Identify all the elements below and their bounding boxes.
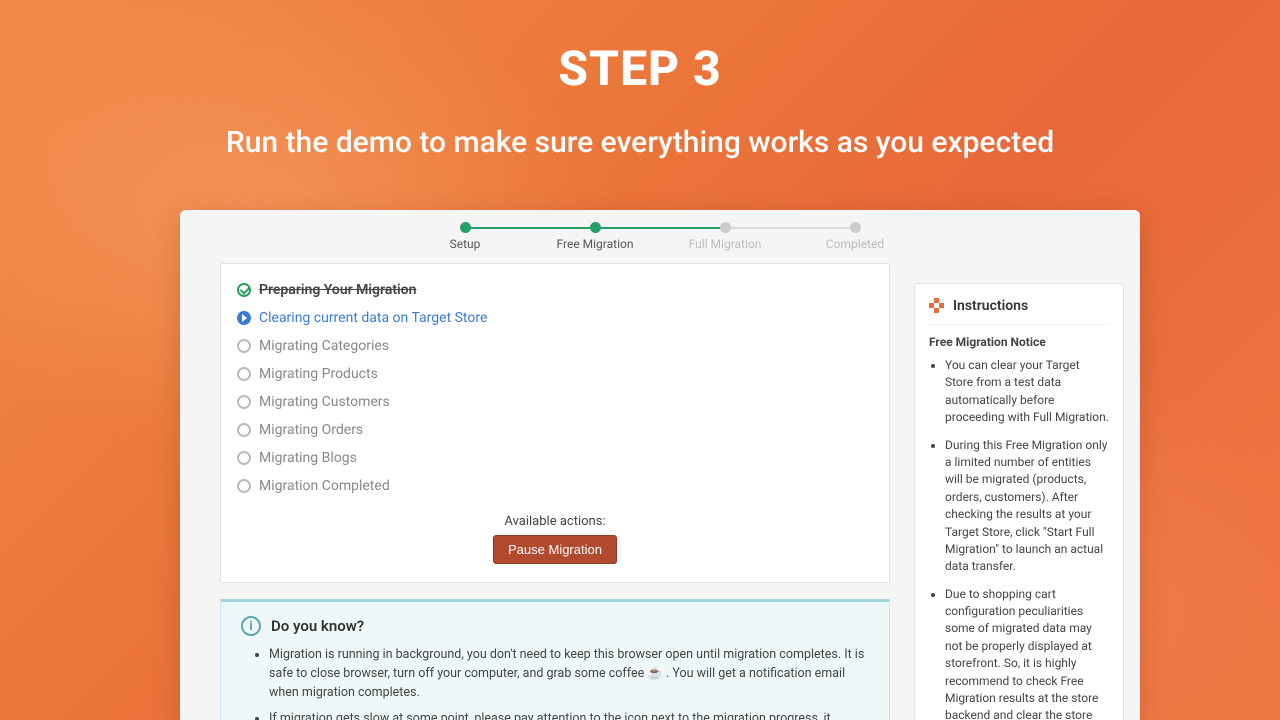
task-label: Migrating Products [259,366,378,382]
do-you-know-card: i Do you know? Migration is running in b… [220,599,890,720]
check-icon [237,283,251,297]
pause-migration-button[interactable]: Pause Migration [493,535,617,564]
info-bullet: If migration gets slow at some point, pl… [269,710,869,720]
step-label: Setup [450,237,481,251]
task-row: Clearing current data on Target Store [237,304,873,332]
task-row: Migration Completed [237,472,873,500]
task-label: Preparing Your Migration [259,282,416,298]
hero-step: STEP 3 [0,40,1280,97]
app-panel: Setup Free Migration Full Migration Comp… [180,210,1140,720]
task-label: Migrating Blogs [259,450,357,466]
step-dot [460,222,471,233]
step-label: Full Migration [689,237,762,251]
circle-icon [237,367,251,381]
task-label: Migrating Customers [259,394,390,410]
info-heading: Do you know? [271,617,364,635]
task-row: Migrating Categories [237,332,873,360]
task-label: Migration Completed [259,478,390,494]
step-dot [850,222,861,233]
migration-progress-card: Preparing Your Migration Clearing curren… [220,263,890,583]
actions-label: Available actions: [237,514,873,529]
circle-icon [237,339,251,353]
step-dot [590,222,601,233]
instructions-icon [929,298,945,314]
circle-icon [237,479,251,493]
info-bullet: Migration is running in background, you … [269,646,869,702]
hero-tagline: Run the demo to make sure everything wor… [0,125,1280,160]
instructions-item: Due to shopping cart configuration pecul… [945,586,1109,720]
circle-icon [237,423,251,437]
task-row: Migrating Blogs [237,444,873,472]
task-row: Migrating Orders [237,416,873,444]
info-icon: i [241,616,261,636]
circle-icon [237,395,251,409]
stepper: Setup Free Migration Full Migration Comp… [180,210,1140,257]
step-label: Completed [826,237,884,251]
actions-area: Available actions: Pause Migration [237,514,873,564]
step-setup[interactable]: Setup [400,222,530,251]
instructions-subheading: Free Migration Notice [929,335,1109,349]
instructions-heading: Instructions [953,298,1028,314]
task-row: Preparing Your Migration [237,276,873,304]
step-dot [720,222,731,233]
play-icon [237,311,251,325]
task-row: Migrating Customers [237,388,873,416]
instructions-item: You can clear your Target Store from a t… [945,357,1109,427]
instructions-item: During this Free Migration only a limite… [945,437,1109,576]
circle-icon [237,451,251,465]
hero: STEP 3 Run the demo to make sure everyth… [0,0,1280,160]
step-label: Free Migration [557,237,634,251]
task-label: Migrating Orders [259,422,363,438]
task-label: Clearing current data on Target Store [259,310,487,326]
task-label: Migrating Categories [259,338,389,354]
instructions-card: Instructions Free Migration Notice You c… [914,283,1124,720]
task-row: Migrating Products [237,360,873,388]
